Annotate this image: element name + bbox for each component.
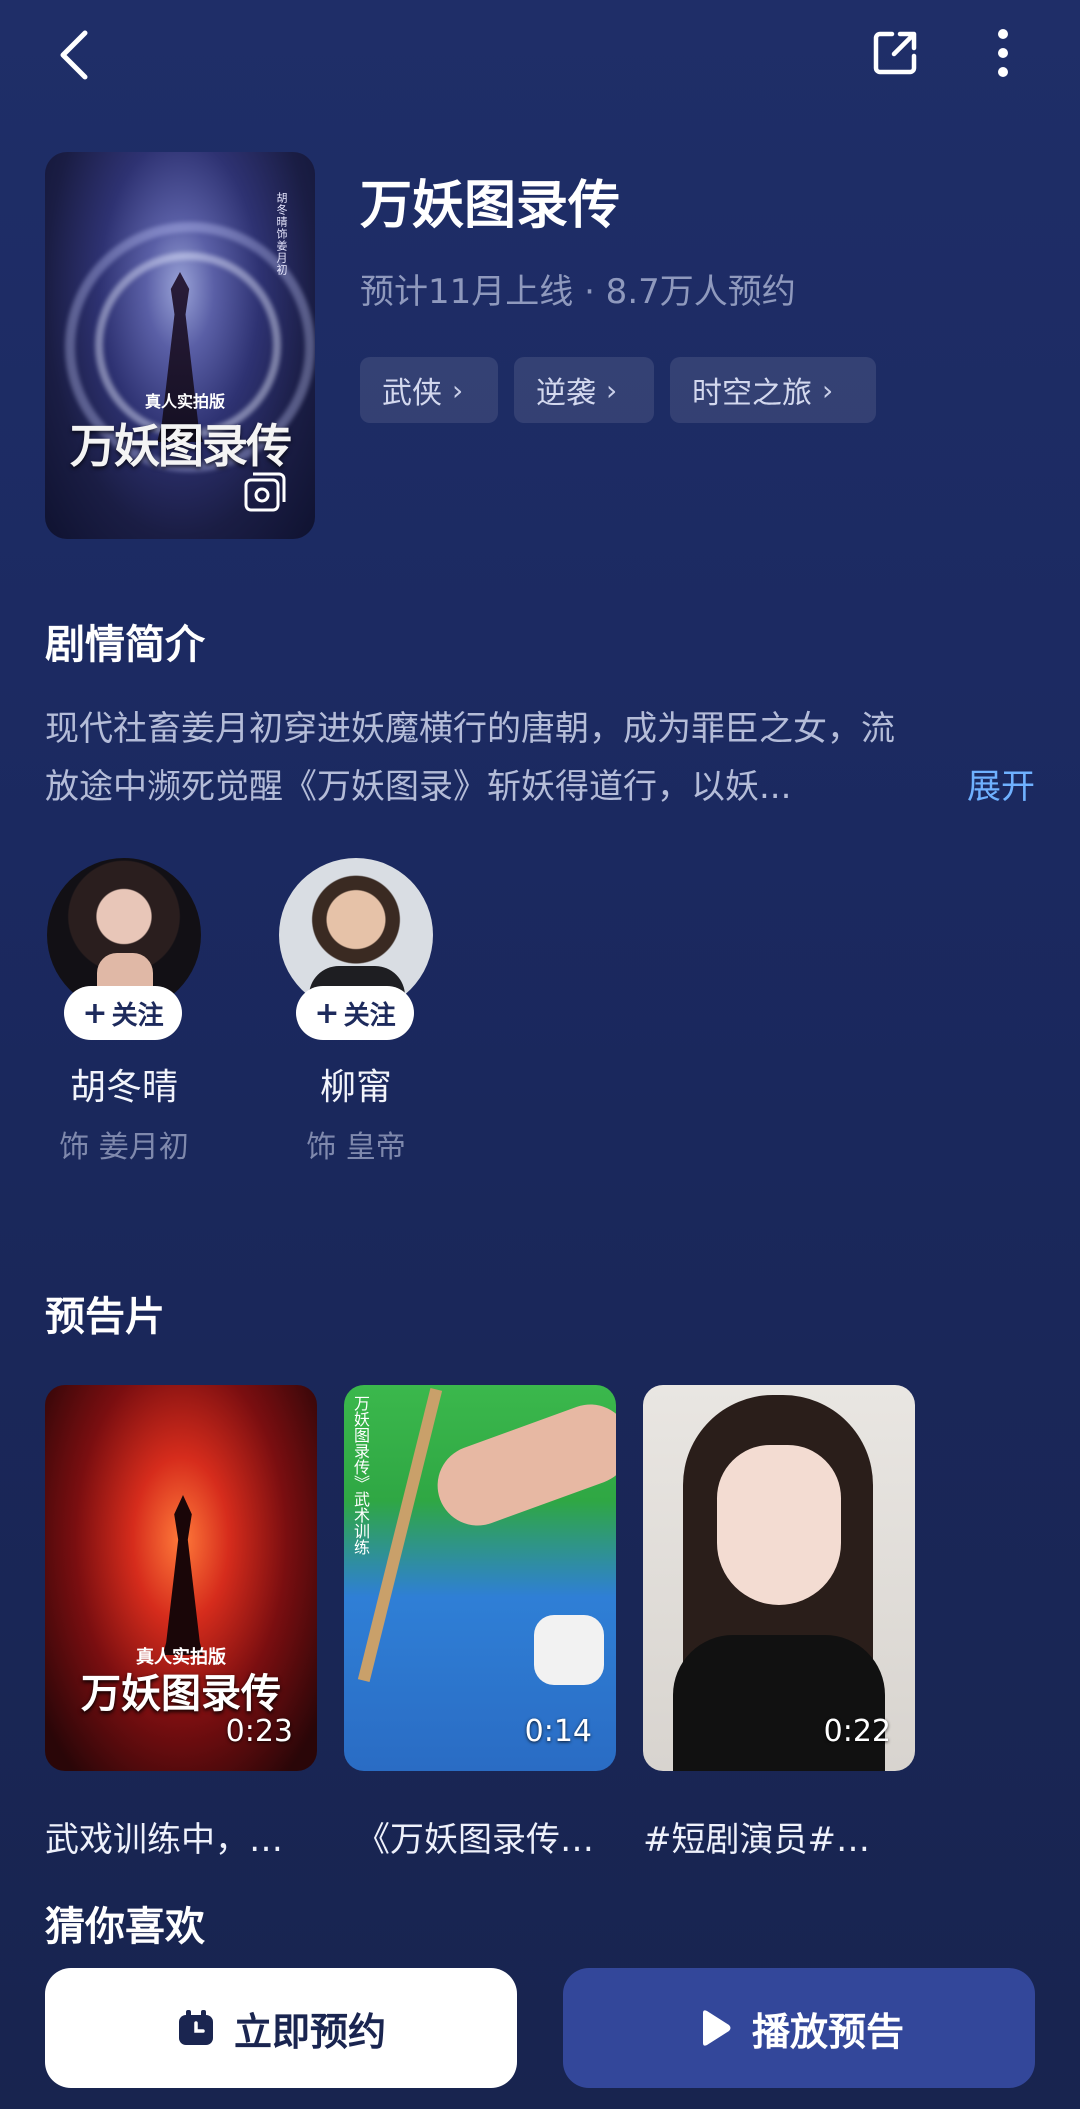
cast-name: 柳甯 <box>319 1067 392 1108</box>
follow-button[interactable]: + 关注 <box>296 986 414 1040</box>
tag-label: 逆袭 <box>536 376 596 411</box>
trailer-card[interactable]: 万妖图录传》武术训练 0:14 <box>344 1385 616 1771</box>
chevron-left-icon <box>60 30 88 80</box>
synopsis-heading: 剧情简介 <box>45 622 205 668</box>
tag-time-travel[interactable]: 时空之旅 › <box>670 357 876 423</box>
plus-icon: + <box>82 995 108 1031</box>
cast-name: 胡冬晴 <box>69 1067 178 1108</box>
trailer-limb <box>426 1393 616 1537</box>
trailer-vertical-text: 万妖图录传》武术训练 <box>351 1395 370 1555</box>
trailer-pole <box>357 1388 443 1682</box>
trailer-figure <box>163 1495 203 1655</box>
tag-label: 武侠 <box>382 376 442 411</box>
tag-wuxia[interactable]: 武侠 › <box>360 357 498 423</box>
trailer-duration: 0:22 <box>823 1714 891 1749</box>
play-trailer-button[interactable]: 播放预告 <box>563 1968 1035 2088</box>
trailer-caption[interactable]: #短剧演员#… <box>643 1812 870 1861</box>
play-icon <box>702 2010 731 2046</box>
plus-icon: + <box>314 995 340 1031</box>
trailers-heading: 预告片 <box>45 1294 165 1340</box>
poster-subtitle-art: 真人实拍版 <box>144 392 225 411</box>
collection-badge-icon <box>244 472 286 512</box>
tag-nixi[interactable]: 逆袭 › <box>514 357 654 423</box>
more-vertical-icon <box>998 29 1008 77</box>
trailer-title-art: 万妖图录传 <box>81 1670 281 1717</box>
trailer-card[interactable]: 真人实拍版 万妖图录传 0:23 <box>45 1385 317 1771</box>
back-button[interactable] <box>40 20 110 90</box>
chevron-right-icon: › <box>822 373 834 407</box>
reserve-button[interactable]: 立即预约 <box>45 1968 517 2088</box>
synopsis-line-1: 现代社畜姜月初穿进妖魔横行的唐朝，成为罪臣之女，流 <box>45 709 895 749</box>
show-title: 万妖图录传 <box>360 176 621 236</box>
show-meta: 预计11月上线 · 8.7万人预约 <box>360 272 796 312</box>
trailer-duration: 0:23 <box>225 1714 293 1749</box>
follow-button[interactable]: + 关注 <box>64 986 182 1040</box>
trailer-face <box>717 1445 841 1605</box>
expand-link[interactable]: 展开 <box>967 758 1035 816</box>
cast-role: 饰 姜月初 <box>59 1130 189 1165</box>
trailer-caption[interactable]: 《万妖图录传… <box>356 1812 594 1861</box>
poster-title-art: 万妖图录传 <box>70 419 292 473</box>
trailer-outfit <box>673 1635 885 1771</box>
cast-member[interactable]: + 关注 胡冬晴 饰 姜月初 <box>44 858 204 1166</box>
chevron-right-icon: › <box>452 373 464 407</box>
show-poster[interactable]: 胡冬晴饰姜月初 真人实拍版 万妖图录传 <box>45 152 315 539</box>
recommend-heading: 猜你喜欢 <box>45 1904 205 1950</box>
trailer-caption[interactable]: 武戏训练中，… <box>45 1812 283 1861</box>
trailer-card[interactable]: 0:22 <box>643 1385 915 1771</box>
trailer-duration: 0:14 <box>524 1714 592 1749</box>
follow-label: 关注 <box>343 1000 396 1031</box>
trailer-shoe <box>534 1615 604 1685</box>
synopsis-text: 现代社畜姜月初穿进妖魔横行的唐朝，成为罪臣之女，流 放途中濒死觉醒《万妖图录》斩… <box>45 700 1035 816</box>
share-icon <box>873 31 917 75</box>
tag-label: 时空之旅 <box>692 376 812 411</box>
synopsis-line-2: 放途中濒死觉醒《万妖图录》斩妖得道行，以妖... <box>45 767 792 807</box>
calendar-clock-icon <box>178 2010 213 2045</box>
follow-label: 关注 <box>111 1000 164 1031</box>
cast-role: 饰 皇帝 <box>306 1130 406 1165</box>
play-label: 播放预告 <box>751 2009 904 2054</box>
share-button[interactable] <box>860 18 930 88</box>
chevron-right-icon: › <box>606 373 618 407</box>
cast-member[interactable]: + 关注 柳甯 饰 皇帝 <box>276 858 436 1166</box>
more-button[interactable] <box>968 18 1038 88</box>
reserve-label: 立即预约 <box>233 2009 386 2054</box>
poster-vertical-text: 胡冬晴饰姜月初 <box>275 192 288 276</box>
